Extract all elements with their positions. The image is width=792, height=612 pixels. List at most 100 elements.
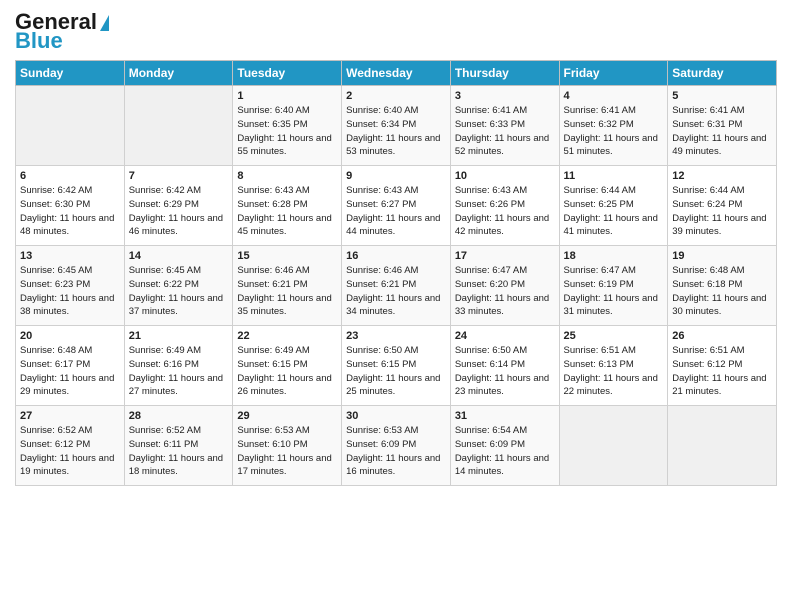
- col-header-tuesday: Tuesday: [233, 61, 342, 86]
- col-header-friday: Friday: [559, 61, 668, 86]
- page-header: General Blue: [15, 10, 777, 52]
- day-number: 14: [129, 250, 229, 262]
- calendar-cell-w4d5: [559, 406, 668, 486]
- calendar-cell-w3d6: 26 Sunrise: 6:51 AMSunset: 6:12 PMDayligh…: [668, 326, 777, 406]
- calendar-cell-w1d2: 8Sunrise: 6:43 AMSunset: 6:28 PMDaylight…: [233, 166, 342, 246]
- calendar-cell-w2d5: 18 Sunrise: 6:47 AMSunset: 6:19 PMDayligh…: [559, 246, 668, 326]
- calendar-cell-w2d3: 16 Sunrise: 6:46 AMSunset: 6:21 PMDayligh…: [342, 246, 451, 326]
- calendar-cell-w0d5: 4 Sunrise: 6:41 AMSunset: 6:32 PMDaylight…: [559, 86, 668, 166]
- day-info: Sunrise: 6:45 AMSunset: 6:23 PMDaylight:…: [20, 264, 120, 319]
- calendar-cell-w0d0: [16, 86, 125, 166]
- logo: General Blue: [15, 10, 111, 52]
- calendar-cell-w0d2: 1 Sunrise: 6:40 AMSunset: 6:35 PMDaylight…: [233, 86, 342, 166]
- calendar-cell-w2d4: 17 Sunrise: 6:47 AMSunset: 6:20 PMDayligh…: [450, 246, 559, 326]
- calendar-cell-w2d2: 15 Sunrise: 6:46 AMSunset: 6:21 PMDayligh…: [233, 246, 342, 326]
- day-number: 19: [672, 250, 772, 262]
- day-number: 20: [20, 330, 120, 342]
- calendar-cell-w4d3: 30 Sunrise: 6:53 AMSunset: 6:09 PMDayligh…: [342, 406, 451, 486]
- day-info: Sunrise: 6:53 AMSunset: 6:10 PMDaylight:…: [237, 424, 337, 479]
- day-number: 29: [237, 410, 337, 422]
- calendar-cell-w2d0: 13 Sunrise: 6:45 AMSunset: 6:23 PMDayligh…: [16, 246, 125, 326]
- day-number: 23: [346, 330, 446, 342]
- day-info: Sunrise: 6:43 AMSunset: 6:26 PMDaylight:…: [455, 184, 555, 239]
- col-header-saturday: Saturday: [668, 61, 777, 86]
- logo-blue: Blue: [15, 30, 63, 52]
- day-info: Sunrise: 6:48 AMSunset: 6:18 PMDaylight:…: [672, 264, 772, 319]
- calendar-cell-w0d1: [124, 86, 233, 166]
- calendar-cell-w3d2: 22 Sunrise: 6:49 AMSunset: 6:15 PMDayligh…: [233, 326, 342, 406]
- day-number: 2: [346, 90, 446, 102]
- day-info: Sunrise: 6:50 AMSunset: 6:15 PMDaylight:…: [346, 344, 446, 399]
- day-info: Sunrise: 6:48 AMSunset: 6:17 PMDaylight:…: [20, 344, 120, 399]
- day-info: Sunrise: 6:43 AMSunset: 6:27 PMDaylight:…: [346, 184, 446, 239]
- day-number: 1: [237, 90, 337, 102]
- day-number: 9: [346, 170, 446, 182]
- day-info: Sunrise: 6:44 AMSunset: 6:24 PMDaylight:…: [672, 184, 772, 239]
- day-info: Sunrise: 6:53 AMSunset: 6:09 PMDaylight:…: [346, 424, 446, 479]
- day-info: Sunrise: 6:51 AMSunset: 6:12 PMDaylight:…: [672, 344, 772, 399]
- calendar-cell-w4d1: 28Sunrise: 6:52 AMSunset: 6:11 PMDayligh…: [124, 406, 233, 486]
- calendar-cell-w2d6: 19 Sunrise: 6:48 AMSunset: 6:18 PMDayligh…: [668, 246, 777, 326]
- day-number: 12: [672, 170, 772, 182]
- day-info: Sunrise: 6:41 AMSunset: 6:32 PMDaylight:…: [564, 104, 664, 159]
- calendar-table: SundayMondayTuesdayWednesdayThursdayFrid…: [15, 60, 777, 486]
- day-info: Sunrise: 6:42 AMSunset: 6:30 PMDaylight:…: [20, 184, 120, 239]
- calendar-cell-w4d4: 31 Sunrise: 6:54 AMSunset: 6:09 PMDayligh…: [450, 406, 559, 486]
- calendar-cell-w3d1: 21 Sunrise: 6:49 AMSunset: 6:16 PMDayligh…: [124, 326, 233, 406]
- day-info: Sunrise: 6:47 AMSunset: 6:19 PMDaylight:…: [564, 264, 664, 319]
- day-number: 17: [455, 250, 555, 262]
- calendar-cell-w4d2: 29 Sunrise: 6:53 AMSunset: 6:10 PMDayligh…: [233, 406, 342, 486]
- day-info: Sunrise: 6:54 AMSunset: 6:09 PMDaylight:…: [455, 424, 555, 479]
- day-info: Sunrise: 6:46 AMSunset: 6:21 PMDaylight:…: [237, 264, 337, 319]
- day-info: Sunrise: 6:52 AMSunset: 6:12 PMDaylight:…: [20, 424, 120, 479]
- day-number: 5: [672, 90, 772, 102]
- calendar-cell-w4d0: 27 Sunrise: 6:52 AMSunset: 6:12 PMDayligh…: [16, 406, 125, 486]
- calendar-cell-w1d0: 6 Sunrise: 6:42 AMSunset: 6:30 PMDaylight…: [16, 166, 125, 246]
- day-info: Sunrise: 6:47 AMSunset: 6:20 PMDaylight:…: [455, 264, 555, 319]
- col-header-thursday: Thursday: [450, 61, 559, 86]
- day-info: Sunrise: 6:41 AMSunset: 6:33 PMDaylight:…: [455, 104, 555, 159]
- calendar-cell-w3d5: 25Sunrise: 6:51 AMSunset: 6:13 PMDayligh…: [559, 326, 668, 406]
- day-number: 13: [20, 250, 120, 262]
- col-header-monday: Monday: [124, 61, 233, 86]
- calendar-cell-w1d6: 12 Sunrise: 6:44 AMSunset: 6:24 PMDayligh…: [668, 166, 777, 246]
- day-number: 22: [237, 330, 337, 342]
- calendar-cell-w4d6: [668, 406, 777, 486]
- calendar-cell-w0d6: 5 Sunrise: 6:41 AMSunset: 6:31 PMDaylight…: [668, 86, 777, 166]
- day-info: Sunrise: 6:50 AMSunset: 6:14 PMDaylight:…: [455, 344, 555, 399]
- day-number: 16: [346, 250, 446, 262]
- day-number: 7: [129, 170, 229, 182]
- day-number: 15: [237, 250, 337, 262]
- calendar-cell-w3d3: 23 Sunrise: 6:50 AMSunset: 6:15 PMDayligh…: [342, 326, 451, 406]
- day-number: 30: [346, 410, 446, 422]
- day-info: Sunrise: 6:46 AMSunset: 6:21 PMDaylight:…: [346, 264, 446, 319]
- day-info: Sunrise: 6:49 AMSunset: 6:15 PMDaylight:…: [237, 344, 337, 399]
- day-number: 6: [20, 170, 120, 182]
- day-info: Sunrise: 6:49 AMSunset: 6:16 PMDaylight:…: [129, 344, 229, 399]
- calendar-cell-w1d1: 7Sunrise: 6:42 AMSunset: 6:29 PMDaylight…: [124, 166, 233, 246]
- day-number: 11: [564, 170, 664, 182]
- day-info: Sunrise: 6:40 AMSunset: 6:35 PMDaylight:…: [237, 104, 337, 159]
- calendar-cell-w1d3: 9 Sunrise: 6:43 AMSunset: 6:27 PMDaylight…: [342, 166, 451, 246]
- calendar-cell-w0d3: 2 Sunrise: 6:40 AMSunset: 6:34 PMDaylight…: [342, 86, 451, 166]
- day-number: 4: [564, 90, 664, 102]
- day-number: 31: [455, 410, 555, 422]
- day-number: 18: [564, 250, 664, 262]
- calendar-cell-w2d1: 14 Sunrise: 6:45 AMSunset: 6:22 PMDayligh…: [124, 246, 233, 326]
- day-number: 24: [455, 330, 555, 342]
- day-info: Sunrise: 6:45 AMSunset: 6:22 PMDaylight:…: [129, 264, 229, 319]
- calendar-cell-w3d0: 20 Sunrise: 6:48 AMSunset: 6:17 PMDayligh…: [16, 326, 125, 406]
- day-info: Sunrise: 6:44 AMSunset: 6:25 PMDaylight:…: [564, 184, 664, 239]
- day-number: 25: [564, 330, 664, 342]
- day-number: 8: [237, 170, 337, 182]
- day-number: 10: [455, 170, 555, 182]
- day-info: Sunrise: 6:41 AMSunset: 6:31 PMDaylight:…: [672, 104, 772, 159]
- day-number: 26: [672, 330, 772, 342]
- day-number: 28: [129, 410, 229, 422]
- calendar-cell-w1d5: 11 Sunrise: 6:44 AMSunset: 6:25 PMDayligh…: [559, 166, 668, 246]
- calendar-cell-w3d4: 24 Sunrise: 6:50 AMSunset: 6:14 PMDayligh…: [450, 326, 559, 406]
- calendar-cell-w1d4: 10 Sunrise: 6:43 AMSunset: 6:26 PMDayligh…: [450, 166, 559, 246]
- day-number: 21: [129, 330, 229, 342]
- day-number: 27: [20, 410, 120, 422]
- day-info: Sunrise: 6:40 AMSunset: 6:34 PMDaylight:…: [346, 104, 446, 159]
